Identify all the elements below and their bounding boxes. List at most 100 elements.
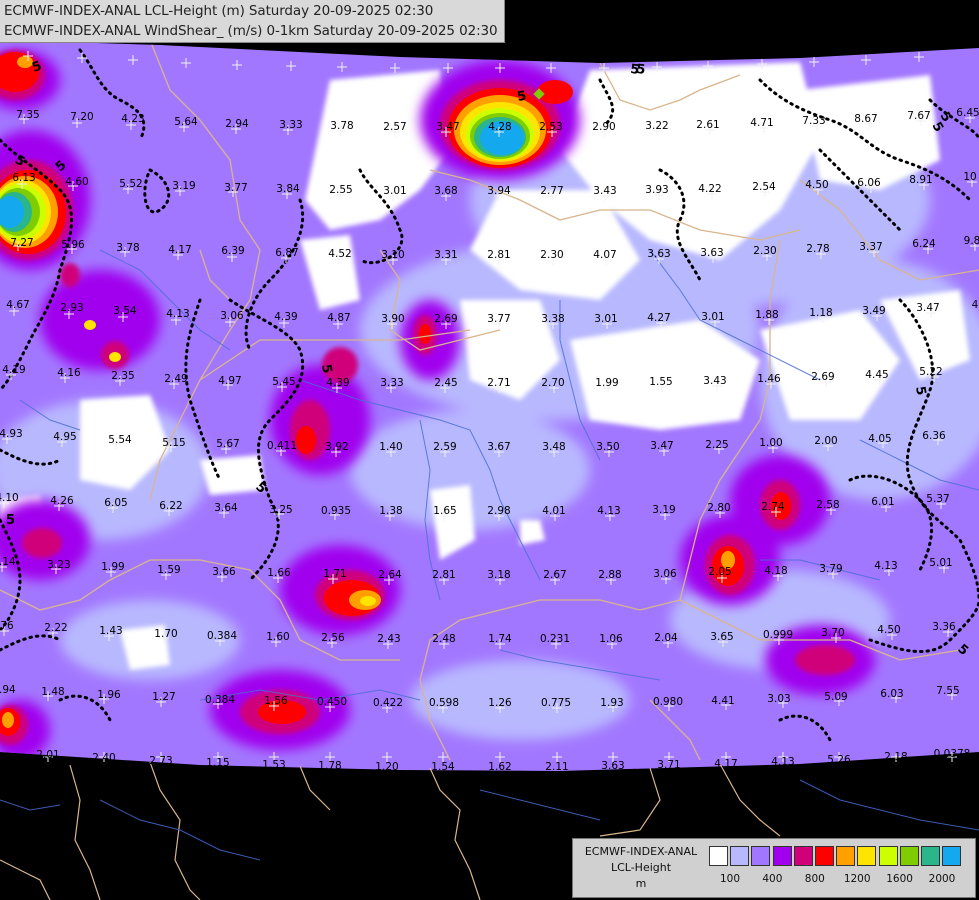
windshear-value: 1.40 [379, 441, 402, 453]
windshear-value: 4.18 [764, 565, 787, 577]
windshear-value: 1.53 [262, 759, 285, 771]
windshear-value: 1.55 [649, 376, 672, 388]
windshear-value: 4 [972, 299, 979, 311]
windshear-value: 1.60 [266, 631, 289, 643]
windshear-value: 1.99 [595, 377, 618, 389]
windshear-value: 6.06 [857, 177, 881, 189]
windshear-value: 3.68 [434, 185, 457, 197]
windshear-value: 3.33 [380, 377, 403, 389]
windshear-value: 1.27 [152, 691, 175, 703]
windshear-value: 4.13 [874, 560, 897, 572]
windshear-value: 3.19 [652, 504, 675, 516]
color-legend: ECMWF-INDEX-ANAL LCL-Height m 100 400 800 1… [572, 838, 976, 898]
windshear-value: 2.25 [705, 439, 728, 451]
windshear-value: 9.8 [964, 235, 979, 247]
legend-tick-label: 2000 [928, 873, 956, 885]
windshear-value: 4.50 [877, 624, 900, 636]
windshear-value: 2.35 [111, 370, 134, 382]
windshear-value: 3.43 [703, 375, 726, 387]
windshear-value: 8.67 [854, 113, 877, 125]
windshear-value: 3.90 [381, 313, 404, 325]
windshear-value: 3.84 [276, 183, 300, 195]
legend-swatch [942, 846, 962, 866]
windshear-value: 0.411 [267, 440, 297, 452]
legend-swatch [836, 846, 856, 866]
windshear-value: 6.22 [159, 500, 182, 512]
windshear-value: 3.48 [542, 441, 565, 453]
windshear-value: 0.935 [321, 505, 351, 517]
windshear-value: 3.03 [767, 693, 790, 705]
windshear-value: 1.20 [375, 761, 398, 773]
windshear-value: 2.30 [753, 245, 776, 257]
windshear-value: 3.54 [113, 305, 137, 317]
windshear-value: 0.775 [541, 697, 571, 709]
title-lcl-height: ECMWF-INDEX-ANAL LCL-Height (m) Saturday… [4, 3, 434, 19]
windshear-value: 5.45 [272, 376, 295, 388]
windshear-value: 6.39 [221, 245, 244, 257]
windshear-value: 3.65 [710, 631, 733, 643]
windshear-value: 2.88 [598, 569, 621, 581]
windshear-value: 1.54 [431, 761, 455, 773]
windshear-value: 3.33 [279, 119, 302, 131]
windshear-value: 4.87 [327, 312, 350, 324]
windshear-value: 4.45 [865, 369, 888, 381]
windshear-value: 5.52 [119, 178, 142, 190]
windshear-value: 3.01 [383, 185, 406, 197]
windshear-value: 1.56 [264, 695, 288, 707]
windshear-value: 7.27 [10, 237, 33, 249]
windshear-value: 3.31 [434, 249, 457, 261]
windshear-value: 5.96 [61, 239, 85, 251]
windshear-value: 3.23 [47, 559, 70, 571]
windshear-value: 3.67 [487, 441, 510, 453]
windshear-value: 4.07 [593, 249, 616, 261]
windshear-value: 5.64 [174, 116, 198, 128]
windshear-value: 3.78 [116, 242, 139, 254]
windshear-value: 6.05 [104, 497, 127, 509]
windshear-value: 7.33 [802, 115, 825, 127]
legend-tick-label: 1600 [886, 873, 913, 885]
windshear-value: 1.38 [379, 505, 402, 517]
windshear-value: 6.24 [912, 238, 936, 250]
windshear-value: 3.64 [214, 502, 238, 514]
windshear-value: 3.79 [819, 563, 842, 575]
windshear-value: 0.0378 [934, 748, 971, 760]
windshear-value: 1.94 [0, 684, 16, 696]
windshear-value: 4.41 [711, 695, 734, 707]
windshear-value: 4.60 [65, 176, 88, 188]
windshear-value: 2.54 [752, 181, 776, 193]
legend-swatch [772, 846, 792, 866]
windshear-value: 1.48 [41, 686, 64, 698]
legend-tick-label: 100 [719, 873, 741, 885]
windshear-value: 4.67 [6, 299, 29, 311]
windshear-value: 3.63 [700, 247, 723, 259]
windshear-value: 1.06 [599, 633, 623, 645]
windshear-value: 2.58 [816, 499, 839, 511]
windshear-value: 4.71 [750, 117, 773, 129]
windshear-value: 3.63 [601, 760, 624, 772]
legend-swatch [751, 846, 771, 866]
windshear-value: 2.49 [164, 373, 187, 385]
weather-map: 7.20 4.23 5.64 2.94 3.33 3.78 2.57 3.47 4.28 2.53… [0, 0, 979, 900]
windshear-value: 0.231 [540, 633, 570, 645]
windshear-value: 10 [963, 171, 976, 183]
legend-swatch [857, 846, 877, 866]
legend-swatch [793, 846, 813, 866]
windshear-value: 1.93 [600, 697, 623, 709]
windshear-value: 1.43 [99, 625, 122, 637]
windshear-value: 3.71 [657, 759, 680, 771]
windshear-value: 6.03 [880, 688, 903, 700]
windshear-value: 2.22 [44, 622, 67, 634]
windshear-value: 1.96 [97, 689, 121, 701]
title-box: ECMWF-INDEX-ANAL LCL-Height (m) Saturday… [0, 0, 505, 43]
windshear-value: 2.74 [761, 501, 785, 513]
windshear-value: 1.66 [267, 567, 291, 579]
legend-variable: LCL-Height [610, 861, 672, 874]
windshear-value: 3.06 [220, 310, 244, 322]
windshear-value: 2.78 [806, 243, 829, 255]
windshear-value: 3.37 [859, 241, 882, 253]
windshear-value: 2.56 [321, 632, 345, 644]
windshear-value: 0.422 [373, 697, 403, 709]
windshear-value: 4.17 [714, 758, 737, 770]
windshear-value: 2.48 [432, 633, 455, 645]
windshear-value: 2.69 [434, 313, 457, 325]
